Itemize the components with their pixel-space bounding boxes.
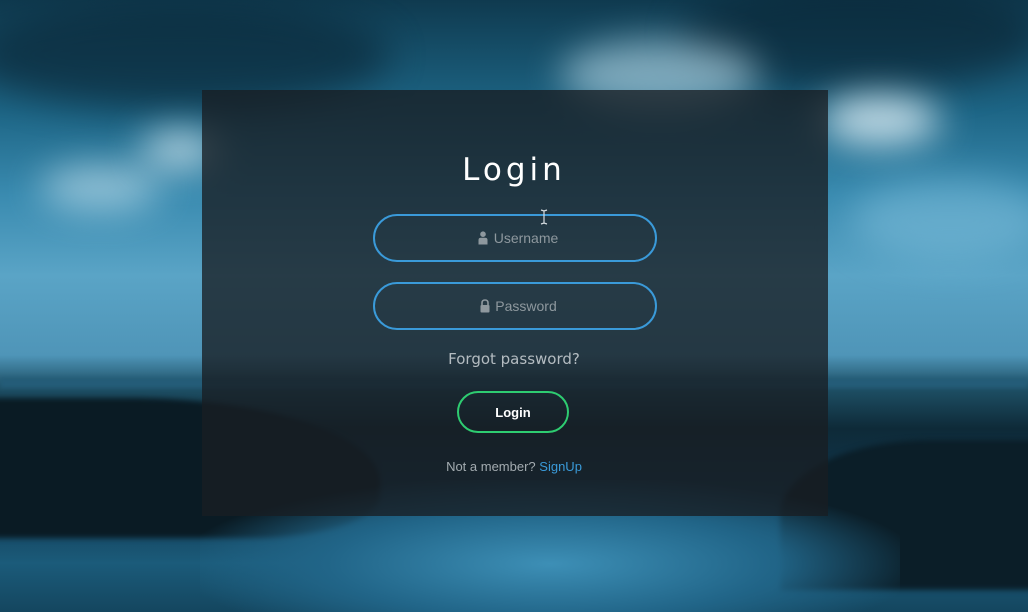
signup-prompt: Not a member? SignUp: [0, 459, 1028, 474]
user-icon: [478, 231, 488, 245]
username-input[interactable]: [375, 216, 655, 260]
light-cloud: [820, 95, 940, 145]
light-cloud: [850, 180, 1028, 260]
signup-link[interactable]: SignUp: [539, 459, 582, 474]
lock-icon: [480, 299, 490, 313]
password-field[interactable]: [373, 282, 657, 330]
password-input[interactable]: [375, 284, 655, 328]
text-cursor-icon: [540, 209, 548, 225]
signup-prompt-text: Not a member?: [446, 459, 536, 474]
background-scene: Login Forgot password? Login Not a membe…: [0, 0, 1028, 612]
username-field[interactable]: [373, 214, 657, 262]
forgot-password-link[interactable]: Forgot password?: [0, 350, 1028, 368]
login-button[interactable]: Login: [457, 391, 569, 433]
login-title: Login: [462, 152, 566, 188]
